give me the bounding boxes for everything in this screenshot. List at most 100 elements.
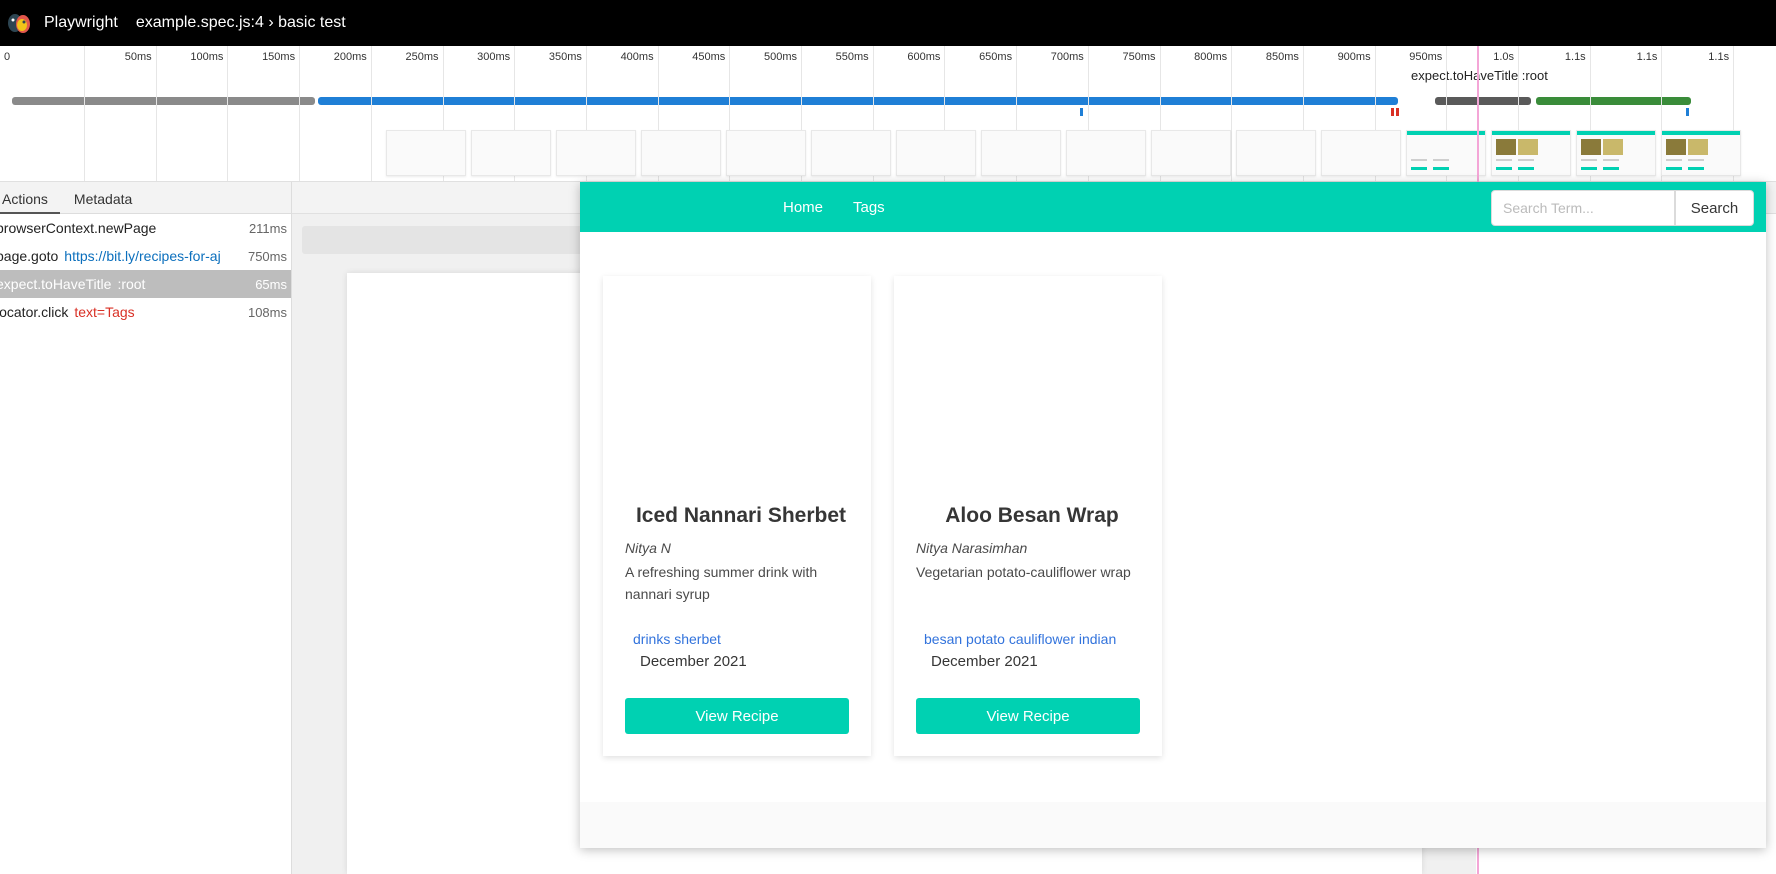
recipe-tags[interactable]: drinks sherbet — [633, 631, 721, 647]
filmstrip-thumbnail[interactable] — [981, 130, 1061, 176]
timeline-marker — [1391, 108, 1394, 116]
timeline-tick-label: 400ms — [620, 51, 654, 63]
timeline-tick-label: 250ms — [405, 51, 439, 63]
action-row[interactable]: expect.toHaveTitle :root 65ms — [0, 270, 291, 298]
view-recipe-button[interactable]: View Recipe — [916, 698, 1140, 734]
timeline-tick-label: 700ms — [1050, 51, 1084, 63]
timeline-gridline — [155, 46, 157, 181]
timeline-tick-label: 800ms — [1194, 51, 1228, 63]
action-name: page.goto — [0, 248, 59, 264]
action-row[interactable]: locator.click text=Tags 108ms — [0, 298, 291, 326]
timeline-bar-expect[interactable] — [1435, 97, 1531, 105]
recipe-author: Nitya N — [625, 540, 671, 556]
nav-home-link[interactable]: Home — [783, 199, 823, 216]
filmstrip-thumbnail[interactable] — [1321, 130, 1401, 176]
action-argument: :root — [117, 276, 146, 292]
timeline-bar-click[interactable] — [1536, 97, 1691, 105]
timeline-tick-label: 1.0s — [1493, 51, 1514, 63]
timeline-gridline — [1231, 46, 1233, 181]
action-name: expect.toHaveTitle — [0, 276, 112, 292]
recipe-date: December 2021 — [640, 653, 747, 670]
timeline-tick-label: 850ms — [1265, 51, 1299, 63]
timeline-tick-label: 650ms — [979, 51, 1013, 63]
action-list: browserContext.newPage 211ms page.goto http… — [0, 214, 291, 326]
site-navbar: Home Tags Search Term... Search — [580, 182, 1766, 232]
action-duration: 211ms — [248, 220, 287, 236]
recipe-card: Iced Nannari Sherbet Nitya N A refreshing … — [603, 276, 871, 756]
filmstrip-thumbnail[interactable] — [1066, 130, 1146, 176]
action-duration: 750ms — [247, 248, 287, 264]
action-name: locator.click — [0, 304, 69, 320]
action-argument: text=Tags — [74, 304, 135, 320]
playwright-logo-icon — [8, 14, 30, 33]
nav-tags-link[interactable]: Tags — [853, 199, 885, 216]
recipe-title: Aloo Besan Wrap — [945, 504, 1119, 527]
top-bar: Playwright example.spec.js:4 › basic tes… — [0, 0, 1776, 46]
timeline-tick-label: 600ms — [907, 51, 941, 63]
timeline-tick-label: 150ms — [262, 51, 296, 63]
timeline-bar-goto[interactable] — [318, 97, 1398, 105]
action-name: browserContext.newPage — [0, 220, 157, 236]
timeline-tick-label: 350ms — [548, 51, 582, 63]
timeline-gridline — [370, 46, 372, 181]
timeline-tick-label: 200ms — [333, 51, 367, 63]
snapshot-popup: Home Tags Search Term... Search Iced Nan… — [580, 182, 1766, 848]
filmstrip-thumbnail[interactable] — [641, 130, 721, 176]
timeline-marker — [1396, 108, 1399, 116]
action-duration: 108ms — [247, 304, 287, 320]
filmstrip-thumbnail[interactable] — [1151, 130, 1231, 176]
recipe-tags[interactable]: besan potato cauliflower indian — [924, 631, 1116, 647]
filmstrip-thumbnail[interactable] — [811, 130, 891, 176]
timeline-tick-label: 50ms — [124, 51, 152, 63]
timeline-tick-label: 300ms — [477, 51, 511, 63]
actions-panel: Actions Metadata browserContext.newPage 2… — [0, 182, 292, 874]
view-recipe-button[interactable]: View Recipe — [625, 698, 849, 734]
action-row[interactable]: page.goto https://bit.ly/recipes-for-aj 75… — [0, 242, 291, 270]
filmstrip-thumbnail[interactable] — [1236, 130, 1316, 176]
timeline-tick-label: 1.1s — [1636, 51, 1658, 63]
timeline-tick-label: 1.1s — [1564, 51, 1586, 63]
filmstrip-thumbnail[interactable] — [1491, 130, 1571, 176]
timeline-gridline — [84, 46, 85, 181]
filmstrip-thumbnail[interactable] — [556, 130, 636, 176]
timeline-gridline — [299, 46, 301, 181]
app-title: Playwright — [44, 14, 118, 31]
recipe-description: A refreshing summer drink with nannari s… — [625, 564, 818, 602]
recipe-card: Aloo Besan Wrap Nitya Narasimhan Vegetaria… — [894, 276, 1162, 756]
filmstrip-thumbnail[interactable] — [726, 130, 806, 176]
recipe-date: December 2021 — [931, 653, 1038, 670]
search-button[interactable]: Search — [1675, 190, 1754, 226]
filmstrip-thumbnail[interactable] — [1576, 130, 1656, 176]
recipe-author: Nitya Narasimhan — [916, 540, 1028, 556]
filmstrip-thumbnail[interactable] — [896, 130, 976, 176]
test-title: example.spec.js:4 › basic test — [135, 14, 346, 31]
timeline-tick-label: 900ms — [1337, 51, 1371, 63]
search-input[interactable]: Search Term... — [1491, 190, 1675, 226]
timeline-marker — [1686, 108, 1689, 116]
timeline[interactable]: expect.toHaveTitle :root 0 50ms 100ms 150ms… — [0, 46, 1776, 182]
timeline-gridline — [227, 46, 229, 181]
tab-actions[interactable]: Actions — [0, 182, 60, 214]
panel-tabs: Actions Metadata — [0, 182, 291, 214]
timeline-tick-label: 950ms — [1409, 51, 1443, 63]
timeline-tick-label: 750ms — [1122, 51, 1156, 63]
site-footer — [580, 802, 1766, 848]
timeline-tick-label: 450ms — [692, 51, 726, 63]
timeline-tick-label: 0 — [4, 51, 11, 63]
action-row[interactable]: browserContext.newPage 211ms — [0, 214, 291, 242]
recipe-title: Iced Nannari Sherbet — [635, 504, 847, 527]
timeline-marker — [1080, 108, 1083, 116]
timeline-tick-label: 100ms — [190, 51, 224, 63]
action-duration: 65ms — [255, 276, 287, 292]
timeline-tick-label: 550ms — [835, 51, 869, 63]
timeline-tick-label: 1.1s — [1708, 51, 1730, 63]
filmstrip-thumbnail[interactable] — [1661, 130, 1741, 176]
recipe-description: Vegetarian potato-cauliflower wrap — [916, 564, 1131, 580]
filmstrip-thumbnail[interactable] — [471, 130, 551, 176]
filmstrip-thumbnail[interactable] — [386, 130, 466, 176]
timeline-tick-label: 500ms — [763, 51, 797, 63]
timeline-bar-newpage[interactable] — [12, 97, 315, 105]
recipe-list: Iced Nannari Sherbet Nitya N A refreshing … — [580, 232, 1766, 802]
tab-metadata[interactable]: Metadata — [60, 182, 144, 214]
filmstrip-thumbnail[interactable] — [1406, 130, 1486, 176]
